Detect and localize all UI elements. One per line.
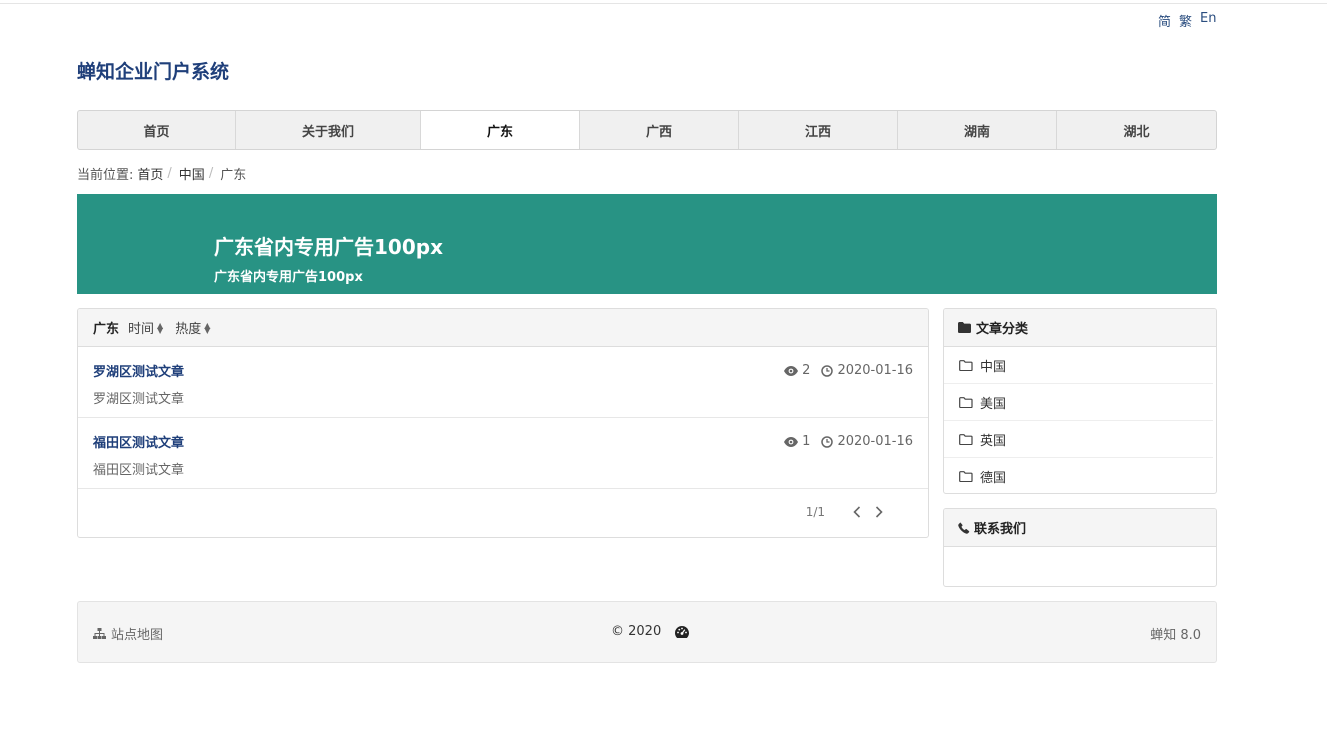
view-count: 2 — [784, 363, 810, 378]
category-label: 中国 — [980, 359, 1007, 375]
category-panel-title: 文章分类 — [976, 322, 1029, 337]
page-indicator: 1/1 — [805, 505, 825, 519]
category-label: 美国 — [980, 396, 1007, 412]
nav-item-guangxi[interactable]: 广西 — [580, 111, 739, 149]
breadcrumb-home-link[interactable]: 首页 — [137, 164, 163, 183]
breadcrumb-separator: / — [208, 166, 214, 181]
next-page-button[interactable] — [875, 506, 883, 518]
view-count-value: 1 — [802, 434, 811, 449]
sitemap-link[interactable]: 站点地图 — [93, 624, 163, 643]
article-list-header: 广东 时间 ▲ ▼ 热度 ▲ ▼ — [78, 309, 928, 347]
sort-caret-icon: ▲ ▼ — [157, 320, 164, 335]
publish-date: 2020-01-16 — [821, 434, 913, 449]
list-item: 福田区测试文章 福田区测试文章 1 2020-01-16 — [78, 418, 928, 489]
folder-icon — [958, 322, 971, 333]
breadcrumb-separator: / — [167, 166, 172, 181]
banner-subtitle: 广东省内专用广告100px — [214, 270, 363, 285]
phone-icon — [958, 522, 970, 534]
list-item: 罗湖区测试文章 罗湖区测试文章 2 2020-01-16 — [78, 347, 928, 418]
breadcrumb-prefix: 当前位置: — [77, 168, 134, 183]
powered-by-link[interactable]: 蝉知 8.0 — [1150, 624, 1201, 643]
publish-date: 2020-01-16 — [821, 363, 913, 378]
sort-time-label: 时间 — [128, 322, 155, 337]
breadcrumb-current: 广东 — [220, 168, 247, 183]
prev-page-button[interactable] — [853, 506, 861, 518]
nav-item-guangdong[interactable]: 广东 — [421, 111, 580, 149]
article-list-panel: 广东 时间 ▲ ▼ 热度 ▲ ▼ 罗湖区测试文章 罗湖区测试文章 2 2020-01… — [77, 308, 929, 538]
publish-date-value: 2020-01-16 — [837, 434, 913, 449]
sort-hot-label: 热度 — [175, 322, 202, 337]
contact-panel: 联系我们 — [943, 508, 1217, 587]
clock-icon — [821, 364, 834, 377]
main-nav: 首页 关于我们 广东 广西 江西 湖南 湖北 — [77, 110, 1217, 150]
nav-item-hunan[interactable]: 湖南 — [898, 111, 1057, 149]
chevron-left-icon — [853, 506, 861, 518]
category-item-germany[interactable]: 德国 — [944, 458, 1213, 493]
nav-item-home[interactable]: 首页 — [78, 111, 236, 149]
sitemap-icon — [93, 628, 106, 639]
folder-open-icon — [959, 433, 973, 445]
article-meta: 1 2020-01-16 — [784, 434, 913, 449]
eye-icon — [784, 365, 799, 376]
lang-traditional-link[interactable]: 繁 — [1179, 11, 1192, 30]
folder-open-icon — [959, 359, 973, 371]
category-item-china[interactable]: 中国 — [944, 347, 1213, 384]
footer: 站点地图 © 2020 蝉知 8.0 — [77, 601, 1217, 663]
category-panel: 文章分类 中国 美国 英国 德国 — [943, 308, 1217, 494]
article-title-link[interactable]: 福田区测试文章 — [93, 432, 184, 451]
language-switch: 简 繁 En — [1158, 11, 1216, 30]
chevron-right-icon — [875, 506, 883, 518]
breadcrumb-china-link[interactable]: 中国 — [179, 164, 205, 183]
dashboard-icon[interactable] — [675, 625, 690, 638]
contact-panel-header: 联系我们 — [944, 509, 1216, 547]
article-summary: 罗湖区测试文章 — [93, 392, 185, 407]
site-title[interactable]: 蝉知企业门户系统 — [77, 57, 229, 84]
lang-simplified-link[interactable]: 简 — [1158, 11, 1171, 30]
contact-panel-title: 联系我们 — [974, 522, 1027, 537]
sitemap-label: 站点地图 — [111, 628, 164, 643]
category-label: 英国 — [980, 433, 1007, 449]
banner-title: 广东省内专用广告100px — [214, 235, 443, 259]
top-divider — [0, 3, 1327, 4]
pagination: 1/1 — [806, 505, 883, 519]
lang-english-link[interactable]: En — [1200, 11, 1216, 30]
clock-icon — [821, 435, 834, 448]
nav-item-hubei[interactable]: 湖北 — [1057, 111, 1216, 149]
view-count-value: 2 — [802, 363, 811, 378]
view-count: 1 — [784, 434, 810, 449]
article-summary: 福田区测试文章 — [93, 463, 185, 478]
ad-banner[interactable]: 广东省内专用广告100px 广东省内专用广告100px — [77, 194, 1217, 294]
sort-caret-icon: ▲ ▼ — [204, 320, 211, 335]
article-meta: 2 2020-01-16 — [784, 363, 913, 378]
sort-by-hot-button[interactable]: 热度 ▲ ▼ — [175, 318, 210, 337]
copyright-text: © 2020 — [611, 624, 662, 639]
category-item-uk[interactable]: 英国 — [944, 421, 1213, 458]
nav-item-jiangxi[interactable]: 江西 — [739, 111, 898, 149]
footer-copyright: © 2020 — [611, 624, 690, 639]
article-title-link[interactable]: 罗湖区测试文章 — [93, 361, 184, 380]
folder-open-icon — [959, 471, 973, 482]
sort-by-time-button[interactable]: 时间 ▲ ▼ — [128, 318, 163, 337]
nav-item-about[interactable]: 关于我们 — [236, 111, 421, 149]
breadcrumb: 当前位置: 首页 / 中国 / 广东 — [77, 164, 246, 183]
folder-open-icon — [959, 396, 973, 408]
category-label: 德国 — [980, 471, 1007, 486]
category-item-usa[interactable]: 美国 — [944, 384, 1213, 421]
publish-date-value: 2020-01-16 — [837, 363, 913, 378]
eye-icon — [784, 436, 799, 447]
category-panel-header: 文章分类 — [944, 309, 1216, 347]
category-name: 广东 — [93, 322, 120, 337]
